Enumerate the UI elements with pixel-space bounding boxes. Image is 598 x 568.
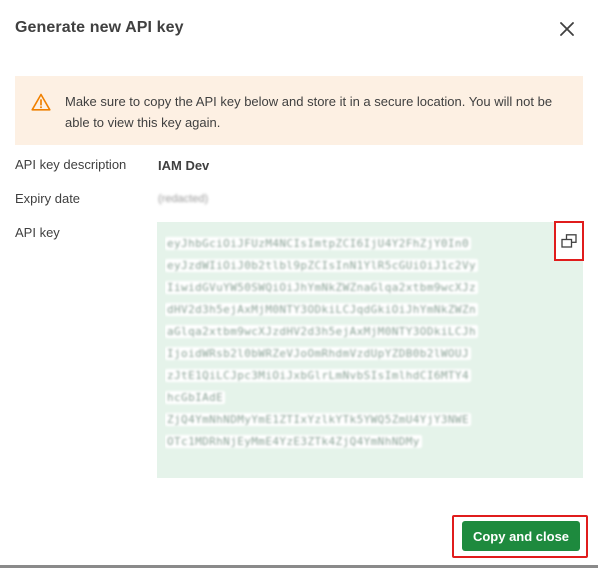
generate-api-key-dialog: Generate new API key Make sure to copy t…: [0, 0, 598, 568]
copy-and-close-button[interactable]: Copy and close: [462, 521, 580, 551]
api-key-line-text: eyJzdWIiOiJ0b2tlbl9pZCIsInN1YlR5cGUiOiJ1…: [165, 258, 478, 272]
api-key-line: hcGbIAdE: [165, 386, 545, 408]
api-key-label: API key: [15, 225, 60, 240]
api-key-description-value: IAM Dev: [158, 158, 210, 173]
warning-banner: Make sure to copy the API key below and …: [15, 76, 583, 145]
close-icon: [560, 22, 574, 36]
api-key-line-text: IjoidWRsb2l0bWRZeVJoOmRhdmVzdUpYZDB0b2lW…: [165, 346, 471, 360]
api-key-value-box: eyJhbGciOiJFUzM4NCIsImtpZCI6IjU4Y2FhZjY0…: [157, 222, 583, 478]
api-key-line-text: dHV2d3h5ejAxMjM0NTY3ODkiLCJqdGkiOiJhYmNk…: [165, 302, 478, 316]
api-key-line-text: IiwidGVuYW50SWQiOiJhYmNkZWZnaGlqa2xtbm9w…: [165, 280, 478, 294]
api-key-line: OTc1MDRhNjEyMmE4YzE3ZTk4ZjQ4YmNhNDMy: [165, 430, 545, 452]
api-key-line: zJtE1QiLCJpc3MiOiJxbGlrLmNvbSIsImlhdCI6M…: [165, 364, 545, 386]
expiry-date-label: Expiry date: [15, 191, 81, 206]
warning-icon: [31, 93, 51, 111]
warning-text: Make sure to copy the API key below and …: [65, 94, 553, 130]
api-key-line: IjoidWRsb2l0bWRZeVJoOmRhdmVzdUpYZDB0b2lW…: [165, 342, 545, 364]
expiry-date-value: (redacted): [158, 193, 209, 205]
api-key-line: IiwidGVuYW50SWQiOiJhYmNkZWZnaGlqa2xtbm9w…: [165, 276, 545, 298]
api-key-line-text: zJtE1QiLCJpc3MiOiJxbGlrLmNvbSIsImlhdCI6M…: [165, 368, 471, 382]
copy-to-clipboard-button[interactable]: [554, 221, 584, 261]
api-key-text: eyJhbGciOiJFUzM4NCIsImtpZCI6IjU4Y2FhZjY0…: [165, 232, 545, 452]
api-key-line-text: OTc1MDRhNjEyMmE4YzE3ZTk4ZjQ4YmNhNDMy: [165, 434, 422, 448]
dialog-title: Generate new API key: [15, 19, 184, 36]
api-key-line: dHV2d3h5ejAxMjM0NTY3ODkiLCJqdGkiOiJhYmNk…: [165, 298, 545, 320]
close-button[interactable]: [554, 16, 580, 42]
api-key-line: aGlqa2xtbm9wcXJzdHV2d3h5ejAxMjM0NTY3ODki…: [165, 320, 545, 342]
api-key-line-text: eyJhbGciOiJFUzM4NCIsImtpZCI6IjU4Y2FhZjY0…: [165, 236, 471, 250]
api-key-line: ZjQ4YmNhNDMyYmE1ZTIxYzlkYTk5YWQ5ZmU4YjY3…: [165, 408, 545, 430]
api-key-line: eyJzdWIiOiJ0b2tlbl9pZCIsInN1YlR5cGUiOiJ1…: [165, 254, 545, 276]
api-key-line-text: ZjQ4YmNhNDMyYmE1ZTIxYzlkYTk5YWQ5ZmU4YjY3…: [165, 412, 471, 426]
copy-icon: [561, 234, 577, 248]
api-key-line-text: aGlqa2xtbm9wcXJzdHV2d3h5ejAxMjM0NTY3ODki…: [165, 324, 478, 338]
api-key-description-label: API key description: [15, 157, 127, 172]
api-key-line: eyJhbGciOiJFUzM4NCIsImtpZCI6IjU4Y2FhZjY0…: [165, 232, 545, 254]
api-key-line-text: hcGbIAdE: [165, 390, 226, 404]
